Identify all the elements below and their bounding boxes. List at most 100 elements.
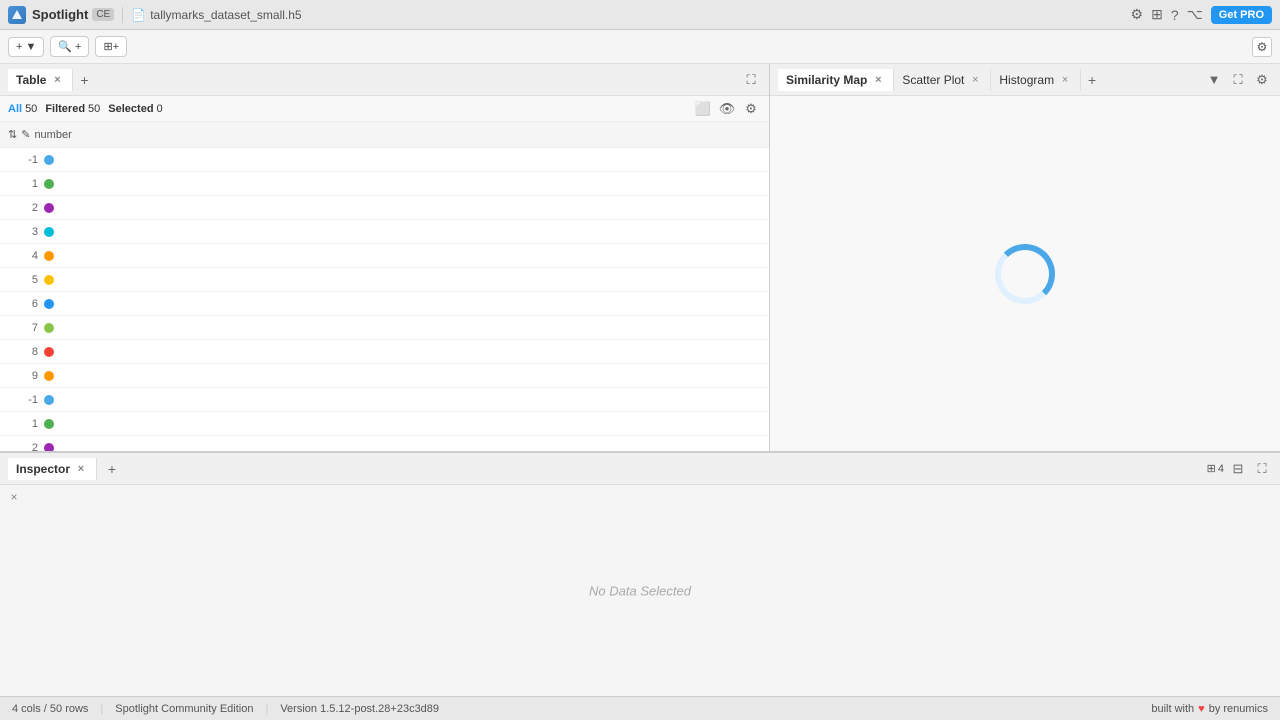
inspector-tab[interactable]: Inspector × bbox=[8, 458, 97, 480]
inspector-tab-close[interactable]: × bbox=[74, 462, 88, 476]
help-icon[interactable]: ? bbox=[1171, 7, 1179, 23]
table-row[interactable]: 6 bbox=[0, 292, 769, 316]
statusbar: 4 cols / 50 rows | Spotlight Community E… bbox=[0, 696, 1280, 720]
inspector-add-tab[interactable]: + bbox=[101, 458, 123, 480]
table-row[interactable]: -1 bbox=[0, 388, 769, 412]
settings-icon[interactable]: ⚙ bbox=[1131, 6, 1144, 23]
row-number: 9 bbox=[8, 370, 38, 382]
table-row[interactable]: 5 bbox=[0, 268, 769, 292]
table-row[interactable]: 4 bbox=[0, 244, 769, 268]
search-icon: 🔍 bbox=[58, 40, 72, 53]
table-body[interactable]: -1 1 2 3 4 5 6 7 8 9 bbox=[0, 148, 769, 451]
layout-icon[interactable]: ⊞ bbox=[1151, 6, 1163, 23]
eye-icon[interactable]: 👁 bbox=[717, 99, 737, 119]
column-add-icon: ⊞+ bbox=[103, 40, 119, 53]
table-tab-close[interactable]: × bbox=[50, 73, 64, 87]
similarity-map-tab[interactable]: Similarity Map × bbox=[778, 69, 894, 91]
row-number: 8 bbox=[8, 346, 38, 358]
row-color-dot bbox=[44, 443, 54, 452]
row-color-dot bbox=[44, 203, 54, 213]
viz-add-tab[interactable]: + bbox=[1081, 69, 1103, 91]
all-label[interactable]: All bbox=[8, 103, 22, 115]
titlebar: Spotlight CE 📄 tallymarks_dataset_small.… bbox=[0, 0, 1280, 30]
search-add-icon: + bbox=[75, 41, 81, 53]
viz-filter-icon[interactable]: ▼ bbox=[1204, 70, 1224, 90]
sort-icon[interactable]: ⇅ bbox=[8, 128, 17, 141]
filtered-label: Filtered bbox=[45, 103, 85, 115]
scatter-plot-label: Scatter Plot bbox=[902, 73, 964, 87]
inspector-tab-header: Inspector × + ⊞ 4 ⊟ ⛶ bbox=[0, 453, 1280, 485]
table-settings-icon[interactable]: ⚙ bbox=[741, 99, 761, 119]
table-row[interactable]: 3 bbox=[0, 220, 769, 244]
table-tab-label: Table bbox=[16, 73, 46, 87]
row-number: -1 bbox=[8, 394, 38, 406]
table-row[interactable]: 1 bbox=[0, 412, 769, 436]
similarity-map-area bbox=[770, 96, 1280, 451]
row-number: 1 bbox=[8, 178, 38, 190]
table-row[interactable]: -1 bbox=[0, 148, 769, 172]
titlebar-actions: ⚙ ⊞ ? ⌥ Get PRO bbox=[1131, 6, 1272, 24]
inspector-layout-icon[interactable]: ⊟ bbox=[1228, 459, 1248, 479]
add-filter-button[interactable]: + ▼ bbox=[8, 37, 44, 57]
inspector-body: × No Data Selected bbox=[0, 485, 1280, 696]
table-tab[interactable]: Table × bbox=[8, 69, 73, 91]
viz-settings-icon[interactable]: ⚙ bbox=[1252, 70, 1272, 90]
row-color-dot bbox=[44, 299, 54, 309]
search-button[interactable]: 🔍 + bbox=[50, 36, 89, 57]
filename: tallymarks_dataset_small.h5 bbox=[150, 8, 301, 22]
inspector-right-icons: ⊞ 4 ⊟ ⛶ bbox=[1207, 459, 1272, 479]
statusbar-sep2: | bbox=[265, 703, 268, 715]
filtered-stat: Filtered 50 bbox=[45, 103, 100, 115]
row-number: 4 bbox=[8, 250, 38, 262]
export-icon[interactable]: ⬜ bbox=[693, 99, 713, 119]
viz-header-icons: ▼ ⛶ ⚙ bbox=[1204, 70, 1272, 90]
by-text: by renumics bbox=[1209, 703, 1268, 715]
table-row[interactable]: 2 bbox=[0, 436, 769, 451]
column-header: ⇅ ✎ number bbox=[0, 122, 769, 148]
scatter-plot-tab[interactable]: Scatter Plot × bbox=[894, 69, 991, 91]
selected-count: 0 bbox=[157, 103, 163, 115]
row-color-dot bbox=[44, 227, 54, 237]
add-column-button[interactable]: ⊞+ bbox=[95, 36, 127, 57]
all-count: 50 bbox=[25, 103, 37, 115]
statusbar-sep1: | bbox=[100, 703, 103, 715]
table-row[interactable]: 2 bbox=[0, 196, 769, 220]
app-title: Spotlight bbox=[32, 7, 88, 22]
inspector-tab-label: Inspector bbox=[16, 462, 70, 476]
toolbar-settings-icon[interactable]: ⚙ bbox=[1252, 37, 1272, 57]
inspector-fullscreen-icon[interactable]: ⛶ bbox=[1252, 459, 1272, 479]
similarity-map-close[interactable]: × bbox=[871, 73, 885, 87]
inspector-close-button[interactable]: × bbox=[6, 489, 22, 505]
add-icon: + bbox=[16, 41, 22, 53]
title-separator bbox=[122, 7, 123, 23]
table-panel: Table × + ⛶ All 50 Filtered 50 Selected … bbox=[0, 64, 770, 451]
row-color-dot bbox=[44, 419, 54, 429]
histogram-tab[interactable]: Histogram × bbox=[991, 69, 1081, 91]
row-color-dot bbox=[44, 251, 54, 261]
grid-number: 4 bbox=[1218, 463, 1224, 475]
edit-icon[interactable]: ✎ bbox=[21, 128, 30, 141]
scatter-plot-close[interactable]: × bbox=[968, 73, 982, 87]
table-fullscreen-icon[interactable]: ⛶ bbox=[741, 70, 761, 90]
statusbar-right: built with ♥ by renumics bbox=[1151, 703, 1268, 715]
file-icon: 📄 bbox=[131, 8, 146, 22]
github-icon[interactable]: ⌥ bbox=[1187, 6, 1203, 23]
row-number: 5 bbox=[8, 274, 38, 286]
row-number: 7 bbox=[8, 322, 38, 334]
selected-stat: Selected 0 bbox=[108, 103, 162, 115]
table-add-tab[interactable]: + bbox=[73, 69, 95, 91]
table-row[interactable]: 9 bbox=[0, 364, 769, 388]
inspector-section: Inspector × + ⊞ 4 ⊟ ⛶ × No Data Selected bbox=[0, 451, 1280, 696]
histogram-close[interactable]: × bbox=[1058, 73, 1072, 87]
stats-bar: All 50 Filtered 50 Selected 0 ⬜ 👁 ⚙ bbox=[0, 96, 769, 122]
viz-expand-icon[interactable]: ⛶ bbox=[1228, 70, 1248, 90]
inspector-grid-count[interactable]: ⊞ 4 bbox=[1207, 462, 1224, 475]
spinner-ring bbox=[995, 244, 1055, 304]
get-pro-button[interactable]: Get PRO bbox=[1211, 6, 1272, 24]
toolbar: + ▼ 🔍 + ⊞+ ⚙ bbox=[0, 30, 1280, 64]
table-row[interactable]: 8 bbox=[0, 340, 769, 364]
row-number: 6 bbox=[8, 298, 38, 310]
table-row[interactable]: 7 bbox=[0, 316, 769, 340]
table-row[interactable]: 1 bbox=[0, 172, 769, 196]
right-tab-header: Similarity Map × Scatter Plot × Histogra… bbox=[770, 64, 1280, 96]
